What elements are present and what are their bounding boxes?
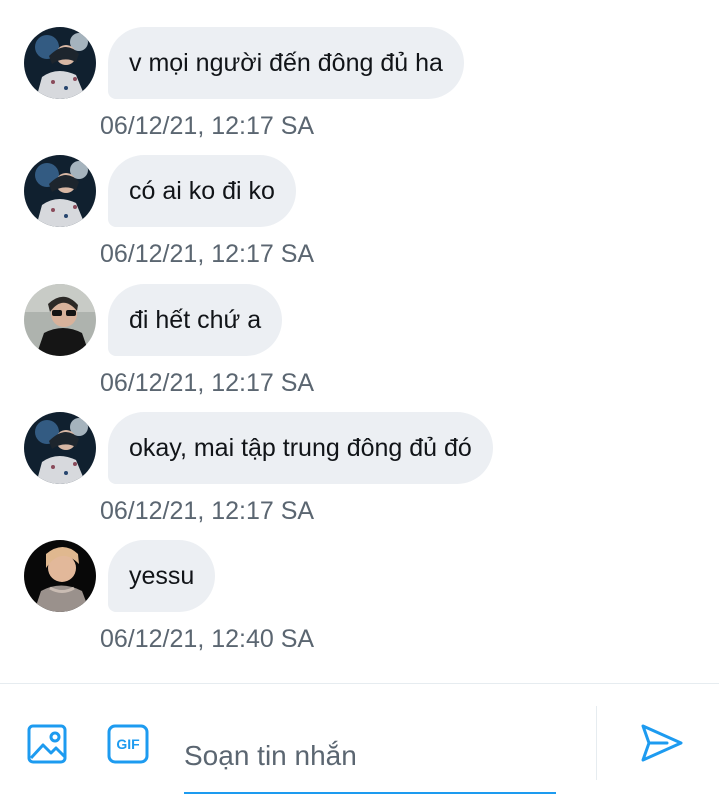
avatar-photo-icon [24,412,96,484]
avatar-photo-icon [24,27,96,99]
gif-icon[interactable]: GIF [106,722,150,766]
avatar-photo-icon [24,540,96,612]
gif-label: GIF [116,736,140,752]
sender-avatar[interactable] [24,540,96,612]
direct-message-screen: v mọi người đến đông đủ ha 06/12/21, 12:… [0,0,719,800]
sender-avatar[interactable] [24,412,96,484]
message-timestamp: 06/12/21, 12:17 SA [100,369,315,397]
message-bubble[interactable]: có ai ko đi ko [108,155,296,227]
message-timestamp: 06/12/21, 12:17 SA [100,240,315,268]
image-icon[interactable] [25,722,69,766]
image-icon-graphic [27,724,67,764]
composer-divider [596,706,597,780]
sender-avatar[interactable] [24,155,96,227]
message-bubble[interactable]: v mọi người đến đông đủ ha [108,27,464,99]
message-composer: GIF [0,683,719,800]
sender-avatar[interactable] [24,284,96,356]
message-bubble[interactable]: yessu [108,540,216,612]
message-timestamp: 06/12/21, 12:17 SA [100,497,315,525]
send-button[interactable] [640,723,684,763]
avatar-photo-icon [24,155,96,227]
message-bubble[interactable]: okay, mai tập trung đông đủ đó [108,412,493,484]
avatar-photo-icon [24,284,96,356]
sender-avatar[interactable] [24,27,96,99]
message-timestamp: 06/12/21, 12:40 SA [100,625,315,653]
message-input[interactable] [184,720,556,794]
message-bubble[interactable]: đi hết chứ a [108,284,283,356]
message-timestamp: 06/12/21, 12:17 SA [100,112,315,140]
send-icon [641,724,683,762]
gif-icon-graphic: GIF [107,724,149,764]
